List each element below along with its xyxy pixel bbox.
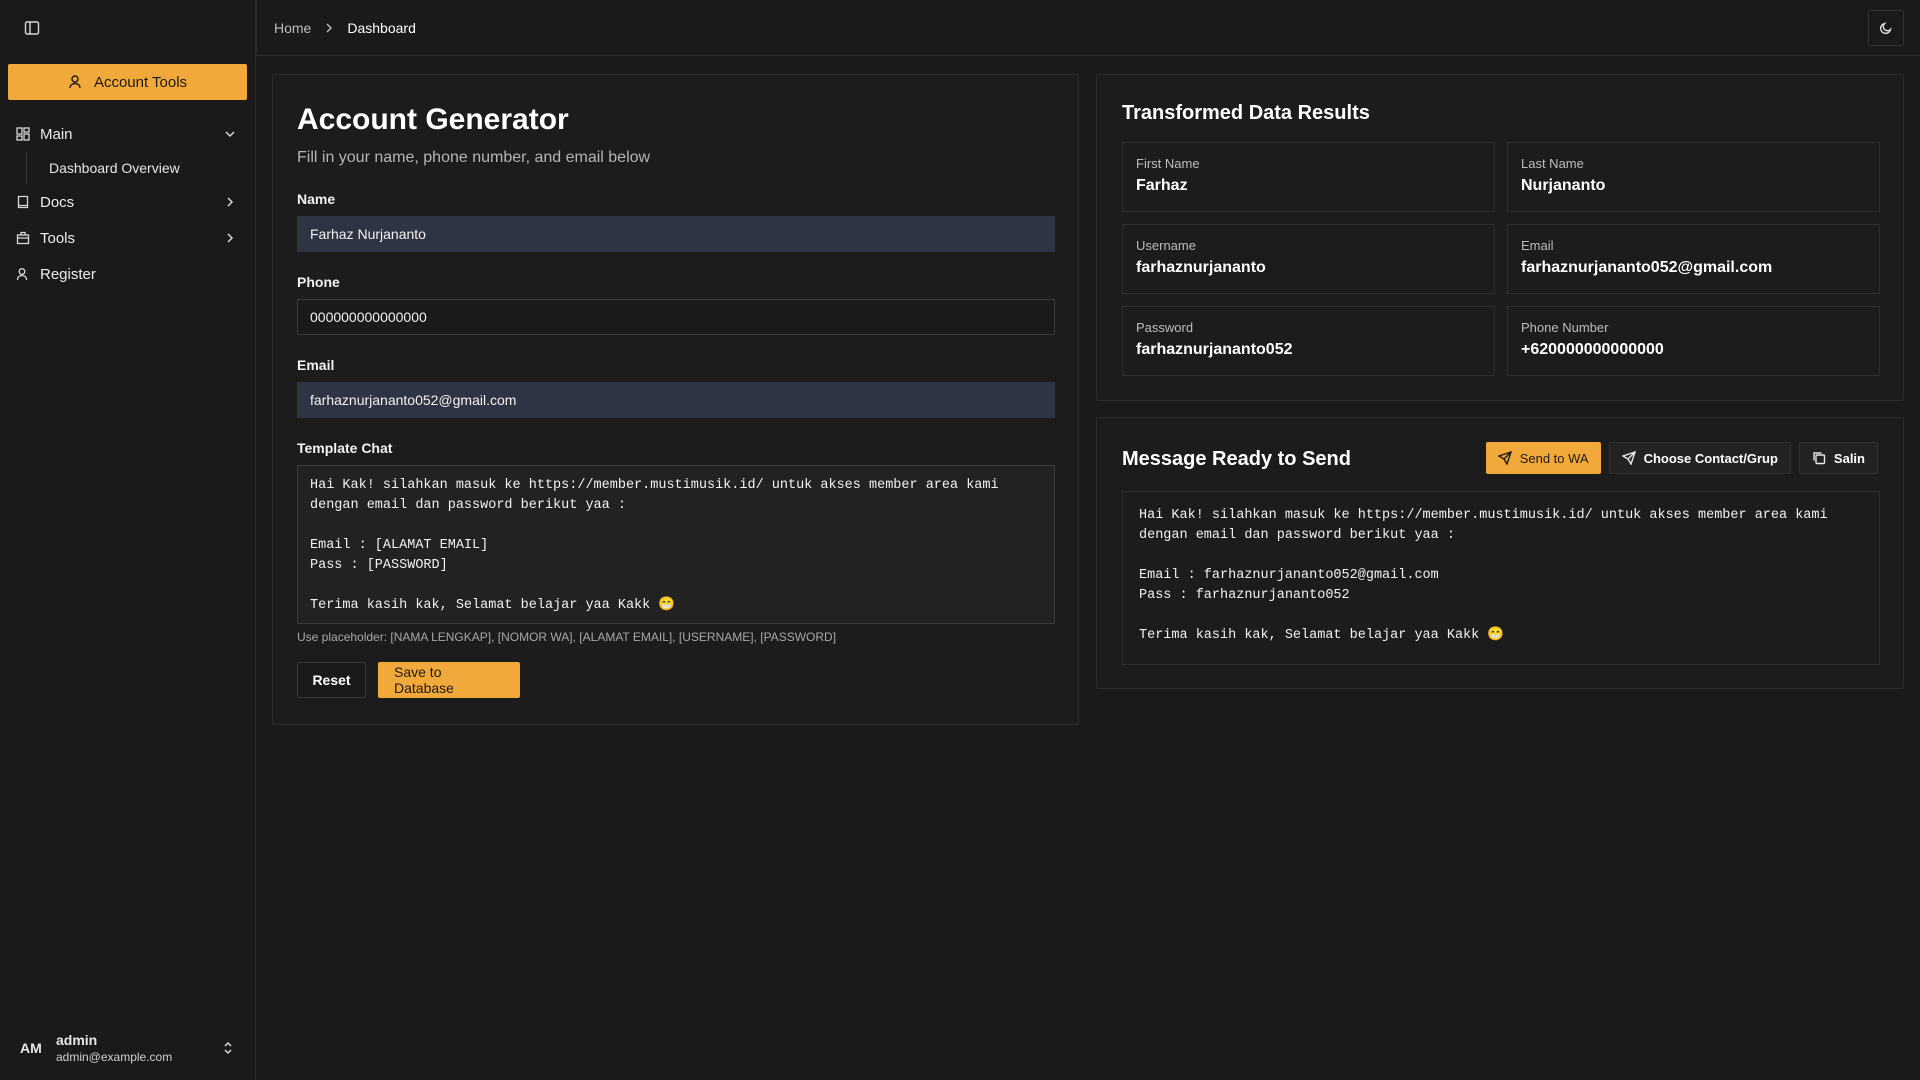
sidebar-nav: Main Dashboard Overview Docs Tools Regis… — [8, 116, 247, 292]
message-ready-card: Message Ready to Send Send to WA Choose … — [1096, 417, 1904, 689]
email-input[interactable]: farhaznurjananto052@gmail.com — [297, 382, 1055, 418]
template-chat-textarea[interactable]: Hai Kak! silahkan masuk ke https://membe… — [297, 465, 1055, 624]
message-preview: Hai Kak! silahkan masuk ke https://membe… — [1122, 491, 1880, 665]
email-cell: Email farhaznurjananto052@gmail.com — [1507, 224, 1880, 294]
username-label: Username — [1136, 238, 1196, 253]
reset-button[interactable]: Reset — [297, 662, 366, 698]
theme-toggle-button[interactable] — [1868, 10, 1904, 46]
top-header: Home Dashboard — [256, 0, 1920, 56]
results-title: Transformed Data Results — [1122, 102, 1370, 124]
email-result-label: Email — [1521, 238, 1554, 253]
transformed-data-card: Transformed Data Results First Name Farh… — [1096, 74, 1904, 401]
sidebar-item-label: Main — [40, 125, 73, 143]
email-value: farhaznurjananto052@gmail.com — [1521, 259, 1773, 276]
book-icon — [16, 195, 30, 209]
user-icon — [68, 74, 84, 90]
phone-number-value: +620000000000000 — [1521, 341, 1664, 358]
grid-icon — [16, 127, 30, 141]
phone-number-label: Phone Number — [1521, 320, 1609, 335]
first-name-value: Farhaz — [1136, 177, 1188, 194]
first-name-label: First Name — [1136, 156, 1200, 171]
copy-icon — [1812, 451, 1826, 465]
copy-label: Salin — [1833, 450, 1865, 466]
chevron-right-icon — [323, 22, 335, 34]
sidebar-toggle-icon[interactable] — [22, 18, 42, 38]
last-name-label: Last Name — [1521, 156, 1584, 171]
chevron-right-icon — [223, 195, 237, 209]
breadcrumb: Home Dashboard — [256, 0, 416, 56]
choose-contact-button[interactable]: Choose Contact/Grup — [1608, 442, 1791, 474]
password-value: farhaznurjananto052 — [1136, 341, 1293, 358]
chevrons-up-down-icon — [221, 1040, 235, 1056]
phone-number-cell: Phone Number +620000000000000 — [1507, 306, 1880, 376]
account-tools-button[interactable]: Account Tools — [8, 64, 247, 100]
breadcrumb-current: Dashboard — [347, 19, 416, 36]
account-generator-card: Account Generator Fill in your name, pho… — [272, 74, 1079, 725]
sidebar-item-docs[interactable]: Docs — [8, 184, 247, 220]
send-to-wa-label: Send to WA — [1519, 450, 1589, 466]
sidebar-item-main[interactable]: Main — [8, 116, 247, 152]
sidebar-subitem-dashboard-overview[interactable]: Dashboard Overview — [26, 152, 247, 184]
username-cell: Username farhaznurjananto — [1122, 224, 1495, 294]
page-title: Account Generator — [297, 103, 569, 136]
chevron-right-icon — [223, 231, 237, 245]
name-label: Name — [297, 191, 336, 207]
email-label: Email — [297, 357, 335, 373]
last-name-cell: Last Name Nurjananto — [1507, 142, 1880, 212]
choose-contact-label: Choose Contact/Grup — [1643, 450, 1778, 466]
user-name: admin — [56, 1032, 98, 1048]
password-label: Password — [1136, 320, 1194, 335]
avatar: AM — [20, 1040, 42, 1056]
sidebar-item-label: Docs — [40, 193, 75, 211]
phone-label: Phone — [297, 274, 340, 290]
template-chat-label: Template Chat — [297, 440, 393, 456]
username-value: farhaznurjananto — [1136, 259, 1266, 276]
message-title: Message Ready to Send — [1122, 447, 1351, 470]
save-to-database-button[interactable]: Save to Database — [378, 662, 520, 698]
password-cell: Password farhaznurjananto052 — [1122, 306, 1495, 376]
user-email: admin@example.com — [56, 1050, 173, 1064]
placeholder-hint: Use placeholder: [NAMA LENGKAP], [NOMOR … — [297, 630, 837, 644]
sidebar-item-register[interactable]: Register — [8, 256, 247, 292]
moon-icon — [1879, 21, 1893, 35]
user-icon — [16, 267, 30, 281]
sidebar: Account Tools Main Dashboard Overview Do… — [0, 0, 256, 1080]
sidebar-item-label: Tools — [40, 229, 76, 247]
first-name-cell: First Name Farhaz — [1122, 142, 1495, 212]
sidebar-item-tools[interactable]: Tools — [8, 220, 247, 256]
account-tools-label: Account Tools — [93, 73, 188, 91]
copy-button[interactable]: Salin — [1798, 442, 1878, 474]
page-subtitle: Fill in your name, phone number, and ema… — [297, 149, 651, 166]
send-icon — [1621, 451, 1636, 465]
last-name-value: Nurjananto — [1521, 177, 1606, 194]
breadcrumb-home[interactable]: Home — [274, 20, 311, 36]
user-menu[interactable]: AM admin admin@example.com — [0, 1016, 255, 1080]
chevron-down-icon — [223, 127, 237, 141]
phone-input[interactable]: 000000000000000 — [297, 299, 1055, 335]
name-input[interactable]: Farhaz Nurjananto — [297, 216, 1055, 252]
sidebar-item-label: Register — [40, 265, 96, 283]
package-icon — [16, 231, 30, 245]
send-to-wa-button[interactable]: Send to WA — [1485, 442, 1601, 474]
send-icon — [1497, 451, 1512, 465]
